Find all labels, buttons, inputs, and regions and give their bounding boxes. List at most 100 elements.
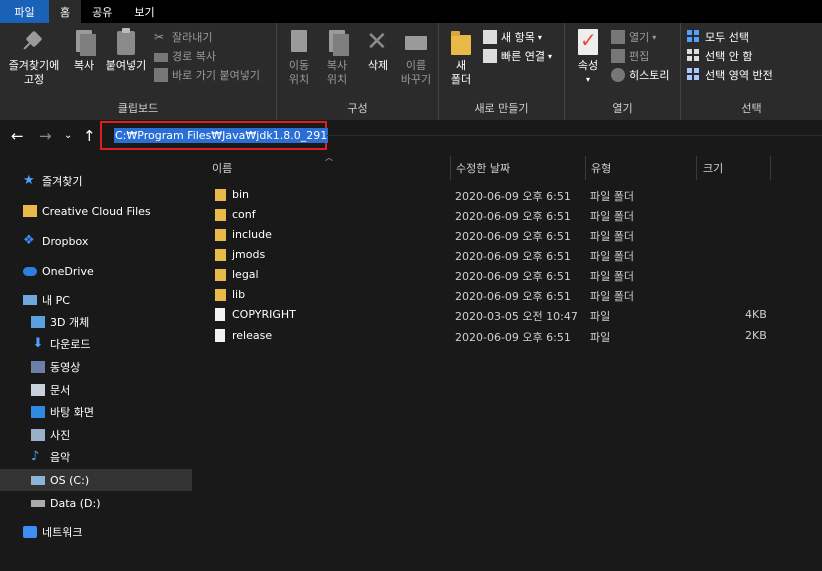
sidebar-item-label: 네트워크	[42, 526, 83, 539]
sidebar-item-documents[interactable]: 문서	[0, 379, 192, 401]
file-date: 2020-06-09 오후 6:51	[455, 331, 571, 344]
select-group: 모두 선택 선택 안 함 선택 영역 반전 선택	[681, 23, 822, 120]
sidebar-item-music[interactable]: ♪ 음악	[0, 446, 192, 468]
file-size: 2KB	[745, 329, 767, 342]
sidebar-item-dropbox[interactable]: ❖ Dropbox	[0, 230, 192, 252]
file-date: 2020-06-09 오후 6:51	[455, 230, 571, 243]
address-bar[interactable]: C:₩Program Files₩Java₩jdk1.8.0_291	[102, 123, 329, 148]
copy-button[interactable]: 복사	[67, 27, 101, 73]
properties-button[interactable]: 속성 ▾	[571, 27, 605, 87]
paste-shortcut-button[interactable]: 바로 가기 붙여넣기	[154, 66, 260, 84]
navigation-pane: ★ 즐겨찾기 Creative Cloud Files ❖ Dropbox On…	[0, 152, 193, 571]
scissors-icon: ✂	[154, 30, 165, 44]
recent-locations-chevron-icon[interactable]: ⌄	[64, 130, 72, 141]
drive-icon	[31, 499, 45, 507]
invert-selection-button[interactable]: 선택 영역 반전	[687, 66, 773, 84]
rename-button[interactable]: 이름 바꾸기	[397, 27, 435, 87]
file-date: 2020-06-09 오후 6:51	[455, 290, 571, 303]
video-icon	[31, 361, 45, 373]
forward-arrow-icon[interactable]: →	[39, 127, 52, 145]
file-row[interactable]: release 2020-06-09 오후 6:51 파일 2KB	[194, 326, 822, 346]
copy-path-button[interactable]: 경로 복사	[154, 47, 216, 65]
pin-icon	[20, 27, 48, 57]
file-date: 2020-06-09 오후 6:51	[455, 190, 571, 203]
new-folder-button[interactable]: 새 폴더	[443, 27, 479, 87]
column-divider[interactable]	[450, 156, 451, 180]
clipboard-group-label: 클립보드	[117, 102, 159, 115]
back-arrow-icon[interactable]: ←	[11, 127, 24, 145]
sidebar-item-pictures[interactable]: 사진	[0, 424, 192, 446]
network-icon	[23, 526, 37, 538]
column-header-name[interactable]: 이름	[212, 156, 232, 180]
select-all-button[interactable]: 모두 선택	[687, 28, 749, 46]
pin-quick-access-button[interactable]: 즐겨찾기에 고정	[3, 27, 65, 87]
file-row[interactable]: legal 2020-06-09 오후 6:51 파일 폴더	[194, 265, 822, 285]
column-header-date[interactable]: 수정한 날짜	[456, 156, 510, 180]
sidebar-item-videos[interactable]: 동영상	[0, 356, 192, 378]
open-icon	[611, 30, 625, 44]
new-item-button[interactable]: 새 항목 ▾	[483, 28, 542, 46]
sidebar-item-quick-access[interactable]: ★ 즐겨찾기	[0, 170, 192, 192]
paste-label: 붙여넣기	[105, 59, 147, 72]
3d-objects-icon	[31, 316, 45, 328]
cut-button[interactable]: ✂ 잘라내기	[154, 28, 212, 46]
sidebar-item-os-c[interactable]: OS (C:)	[0, 469, 192, 491]
up-arrow-icon[interactable]: ↑	[83, 127, 96, 145]
edit-button[interactable]: 편집	[611, 47, 649, 65]
sidebar-item-label: 3D 개체	[50, 316, 90, 329]
file-row[interactable]: include 2020-06-09 오후 6:51 파일 폴더	[194, 225, 822, 245]
easy-access-button[interactable]: 빠른 연결 ▾	[483, 47, 552, 65]
column-header-size[interactable]: 크기	[703, 156, 723, 180]
new-group-label: 새로 만들기	[474, 102, 529, 115]
creative-cloud-icon	[23, 205, 37, 217]
file-row[interactable]: bin 2020-06-09 오후 6:51 파일 폴더	[194, 185, 822, 205]
copy-path-label: 경로 복사	[172, 50, 216, 63]
ribbon-tabs: 파일 홈 공유 보기	[0, 0, 822, 23]
move-to-button[interactable]: 이동 위치	[281, 27, 317, 87]
sidebar-item-network[interactable]: 네트워크	[0, 521, 192, 543]
history-label: 히스토리	[629, 69, 670, 82]
file-row[interactable]: conf 2020-06-09 오후 6:51 파일 폴더	[194, 205, 822, 225]
select-none-button[interactable]: 선택 안 함	[687, 47, 752, 65]
file-name: lib	[232, 288, 246, 301]
column-divider[interactable]	[585, 156, 586, 180]
organize-group-label: 구성	[347, 102, 368, 115]
select-all-icon	[687, 30, 701, 44]
file-type: 파일 폴더	[590, 230, 634, 243]
chevron-down-icon: ▾	[652, 32, 657, 42]
tab-file[interactable]: 파일	[0, 0, 49, 23]
column-divider[interactable]	[770, 156, 771, 180]
sidebar-item-desktop[interactable]: 바탕 화면	[0, 401, 192, 423]
history-button[interactable]: 히스토리	[611, 66, 669, 84]
sidebar-item-label: 문서	[50, 384, 71, 397]
sidebar-item-this-pc[interactable]: 내 PC	[0, 289, 192, 311]
edit-icon	[611, 49, 625, 63]
select-none-label: 선택 안 함	[705, 50, 753, 63]
file-size: 4KB	[745, 308, 767, 321]
address-path-text[interactable]: C:₩Program Files₩Java₩jdk1.8.0_291	[114, 128, 329, 143]
open-button[interactable]: 열기 ▾	[611, 28, 656, 46]
file-type: 파일 폴더	[590, 250, 634, 263]
file-name: COPYRIGHT	[232, 308, 296, 321]
paste-button[interactable]: 붙여넣기	[103, 27, 149, 73]
sidebar-item-label: OS (C:)	[50, 473, 90, 487]
delete-button[interactable]: ✕ 삭제	[361, 27, 395, 73]
sidebar-item-onedrive[interactable]: OneDrive	[0, 260, 192, 282]
new-item-label: 새 항목	[501, 31, 535, 44]
tab-share[interactable]: 공유	[81, 0, 123, 23]
sidebar-item-downloads[interactable]: ⬇ 다운로드	[0, 333, 192, 355]
file-row[interactable]: lib 2020-06-09 오후 6:51 파일 폴더	[194, 285, 822, 305]
column-header-type[interactable]: 유형	[591, 156, 611, 180]
file-row[interactable]: jmods 2020-06-09 오후 6:51 파일 폴더	[194, 245, 822, 265]
invert-selection-label: 선택 영역 반전	[705, 69, 773, 82]
copy-to-button[interactable]: 복사 위치	[319, 27, 355, 87]
sidebar-item-data-d[interactable]: Data (D:)	[0, 492, 192, 514]
tab-view[interactable]: 보기	[123, 0, 165, 23]
file-row[interactable]: COPYRIGHT 2020-03-05 오전 10:47 파일 4KB	[194, 305, 822, 325]
tab-home[interactable]: 홈	[49, 0, 82, 23]
star-icon: ★	[23, 173, 35, 188]
sidebar-item-3d-objects[interactable]: 3D 개체	[0, 311, 192, 333]
column-divider[interactable]	[696, 156, 697, 180]
sidebar-item-creative-cloud[interactable]: Creative Cloud Files	[0, 200, 192, 222]
clipboard-group: 즐겨찾기에 고정 복사 붙여넣기 ✂ 잘라내기 경로 복사 바로 가기 붙여넣기…	[0, 23, 277, 120]
